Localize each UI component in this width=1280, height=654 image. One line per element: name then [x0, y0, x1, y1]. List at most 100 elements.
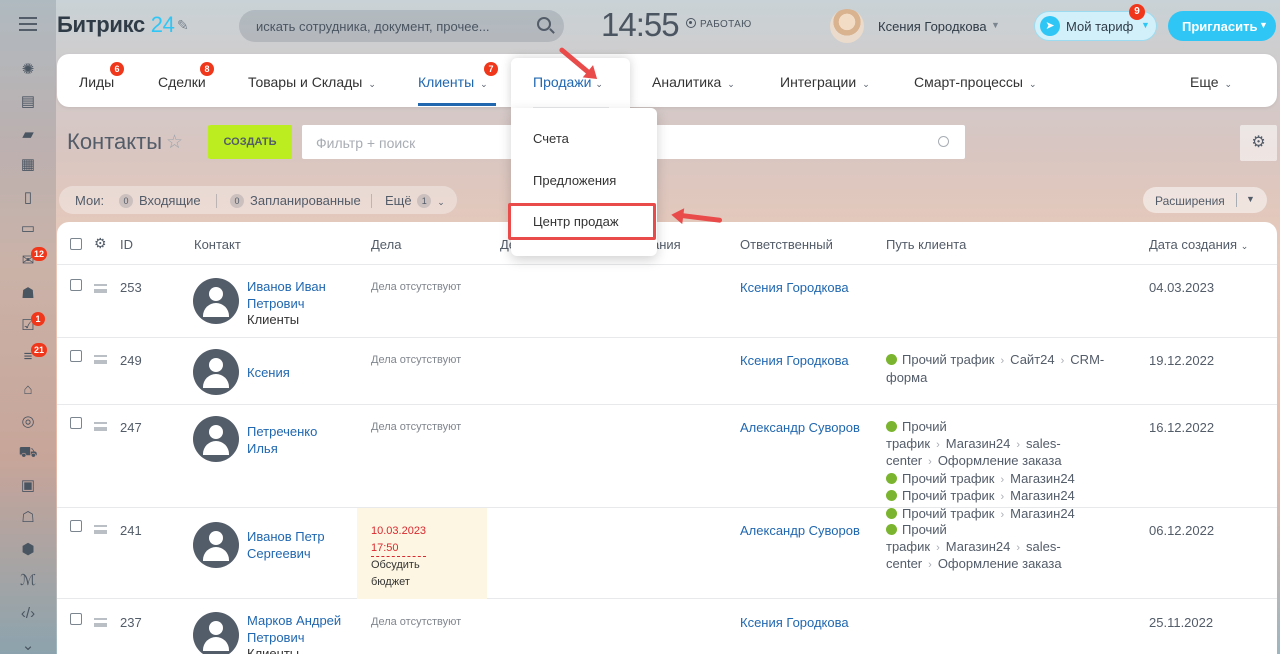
row-id: 241 — [120, 523, 142, 538]
row-id: 253 — [120, 280, 142, 295]
invite-button[interactable]: Пригласить ▼ — [1168, 11, 1276, 41]
tasks-badge: 1 — [31, 312, 45, 326]
document-icon[interactable]: ▯ — [18, 188, 38, 208]
counter-planned[interactable]: 0 Запланированные — [230, 193, 361, 208]
row-checkbox[interactable] — [70, 520, 82, 532]
extensions-button[interactable]: Расширения ▼ — [1143, 187, 1267, 213]
search-icon[interactable] — [537, 17, 551, 31]
col-client-path[interactable]: Путь клиента — [886, 237, 966, 252]
row-id: 249 — [120, 353, 142, 368]
col-created[interactable]: Дата создания ⌄ — [1149, 237, 1248, 252]
select-all-checkbox[interactable] — [70, 238, 82, 250]
col-deals[interactable]: Дела — [371, 237, 401, 252]
table-row[interactable]: 247 Петреченко Илья Дела отсутствуют Але… — [57, 405, 1277, 521]
target-icon[interactable]: ◎ — [18, 412, 38, 432]
source-dot-icon — [886, 421, 897, 432]
tab-deals[interactable]: Сделки — [158, 74, 206, 90]
bank-icon[interactable]: ⌂ — [18, 380, 38, 400]
row-checkbox[interactable] — [70, 350, 82, 362]
row-checkbox[interactable] — [70, 417, 82, 429]
tab-analytics[interactable]: Аналитика ⌄ — [652, 74, 735, 90]
chevron-down-icon[interactable]: ▼ — [991, 20, 1000, 30]
chevron-down-icon[interactable]: ▼ — [1246, 194, 1255, 204]
contact-name[interactable]: Марков Андрей Петрович Клиенты — [247, 613, 347, 654]
workday-status[interactable]: РАБОТАЮ — [686, 18, 752, 30]
tab-integrations[interactable]: Интеграции ⌄ — [780, 74, 870, 90]
feed-icon[interactable]: ✺ — [18, 60, 38, 80]
client-path: Прочий трафик › Сайт24 › CRM-форма — [886, 352, 1105, 385]
tab-sales[interactable]: Продажи ⌄ — [511, 58, 630, 108]
deal-deadline[interactable]: 10.03.2023 17:50 — [371, 523, 426, 557]
chevron-down-icon: ▼ — [1259, 20, 1268, 30]
drag-handle-icon[interactable] — [94, 355, 107, 364]
drive-icon[interactable]: ▭ — [18, 219, 38, 239]
tab-more[interactable]: Еще ⌄ — [1190, 74, 1232, 90]
responsible-link[interactable]: Александр Суворов — [740, 523, 860, 538]
drag-handle-icon[interactable] — [94, 618, 107, 627]
deals-empty: Дела отсутствуют — [371, 421, 462, 433]
responsible-link[interactable]: Ксения Городкова — [740, 615, 849, 630]
table-row[interactable]: 241 Иванов Петр Сергеевич Александр Суво… — [57, 508, 1277, 599]
tab-leads[interactable]: Лиды — [79, 74, 114, 90]
counter-incoming[interactable]: 0 Входящие — [119, 193, 201, 208]
leads-badge: 6 — [110, 62, 124, 76]
chevron-down-icon: ⌄ — [1224, 79, 1233, 89]
more-icon[interactable]: ⌄ — [18, 636, 38, 654]
deal-text[interactable]: Обсудить бюджет — [371, 557, 451, 590]
gear-icon[interactable]: ⚙ — [94, 235, 107, 252]
contact-name[interactable]: Иванов Иван Петрович Клиенты — [247, 279, 347, 329]
contact-name[interactable]: Петреченко Илья — [247, 424, 347, 457]
source-dot-icon — [886, 354, 897, 365]
tasks-board-icon[interactable]: ▤ — [18, 92, 38, 112]
star-icon[interactable]: ☆ — [166, 131, 183, 154]
tab-smart-processes[interactable]: Смарт-процессы ⌄ — [914, 74, 1036, 90]
drag-handle-icon[interactable] — [94, 284, 107, 293]
chat-icon[interactable]: ▰ — [18, 125, 38, 145]
robot-icon[interactable]: ☖ — [18, 508, 38, 528]
chevron-down-icon: ⌄ — [1028, 79, 1037, 89]
col-contact[interactable]: Контакт — [194, 237, 241, 252]
clock: 14:55 — [601, 6, 680, 43]
logo[interactable]: Битрикс 24 — [57, 12, 175, 38]
row-checkbox[interactable] — [70, 613, 82, 625]
avatar[interactable] — [830, 9, 864, 43]
contact-name[interactable]: Иванов Петр Сергеевич — [247, 529, 347, 562]
responsible-link[interactable]: Ксения Городкова — [740, 280, 849, 295]
box-icon[interactable]: ⬢ — [18, 540, 38, 560]
groups-icon[interactable]: ☗ — [18, 284, 38, 304]
tab-clients[interactable]: Клиенты ⌄ — [418, 74, 488, 90]
table-row[interactable]: 237 Марков Андрей Петрович Клиенты Дела о… — [57, 599, 1277, 654]
code-icon[interactable]: ‹/› — [18, 604, 38, 624]
responsible-link[interactable]: Александр Суворов — [740, 420, 860, 435]
contact-name[interactable]: Ксения — [247, 365, 347, 382]
table-row[interactable]: 253 Иванов Иван Петрович Клиенты Дела отс… — [57, 265, 1277, 338]
global-search[interactable]: искать сотрудника, документ, прочее... — [239, 10, 564, 42]
drag-handle-icon[interactable] — [94, 422, 107, 431]
search-input[interactable]: искать сотрудника, документ, прочее... — [256, 19, 490, 34]
menu-item-quotes[interactable]: Предложения — [533, 173, 616, 188]
row-checkbox[interactable] — [70, 279, 82, 291]
drag-handle-icon[interactable] — [94, 525, 107, 534]
gear-icon[interactable]: ⚙ — [1240, 125, 1277, 161]
user-name[interactable]: Ксения Городкова — [878, 19, 987, 34]
counter-panel: Мои: 0 Входящие 0 Запланированные Ещё 1 ⌄ — [59, 186, 457, 214]
deal-cell[interactable]: 10.03.2023 17:50 Обсудить бюджет — [357, 508, 487, 599]
tab-products[interactable]: Товары и Склады ⌄ — [248, 74, 376, 90]
tariff-badge: 9 — [1129, 4, 1145, 20]
chevron-down-icon: ⌄ — [368, 79, 376, 89]
market-icon[interactable]: ℳ — [18, 571, 38, 591]
menu-item-invoices[interactable]: Счета — [533, 131, 569, 146]
col-responsible[interactable]: Ответственный — [740, 237, 833, 252]
search-icon[interactable] — [938, 136, 949, 147]
responsible-link[interactable]: Ксения Городкова — [740, 353, 849, 368]
cart-icon[interactable]: ⛟ — [18, 443, 38, 463]
pencil-icon[interactable]: ✎ — [177, 17, 189, 34]
menu-icon[interactable] — [19, 17, 37, 31]
filter-input[interactable]: Фильтр + поиск — [316, 135, 415, 151]
contact-card-icon[interactable]: ▣ — [18, 476, 38, 496]
table-row[interactable]: 249 Ксения Дела отсутствуют Ксения Город… — [57, 338, 1277, 405]
counter-more[interactable]: Ещё 1 ⌄ — [385, 193, 445, 208]
calendar-icon[interactable]: ▦ — [18, 155, 38, 175]
create-button[interactable]: СОЗДАТЬ — [208, 125, 292, 159]
col-id[interactable]: ID — [120, 237, 133, 252]
